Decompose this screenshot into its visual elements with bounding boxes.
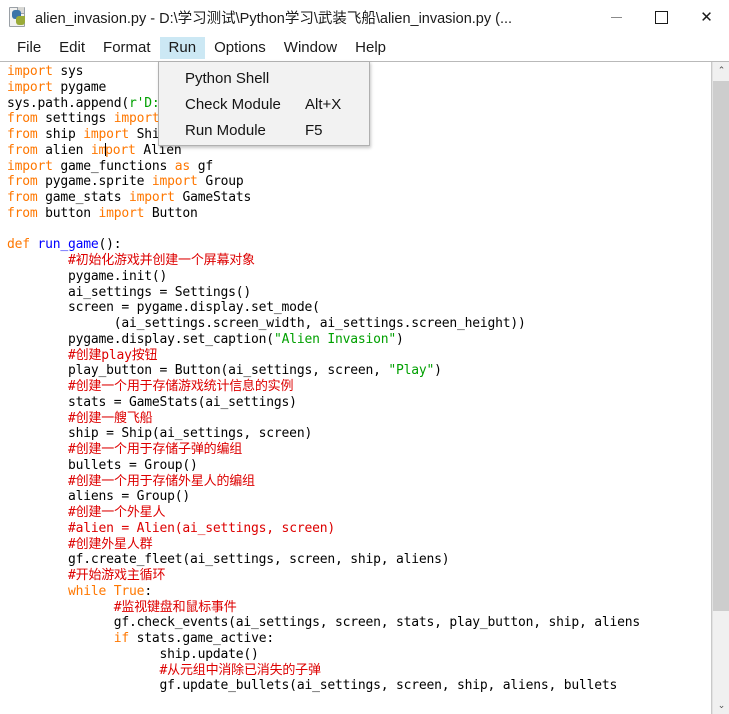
run-menu-item-label: Python Shell: [185, 69, 270, 87]
window-controls: ✕: [594, 0, 729, 34]
editor-frame: import sys import pygame sys.path.append(r…: [0, 61, 729, 714]
code-line: #开始游戏主循环: [68, 568, 166, 583]
menu-item-file[interactable]: File: [8, 37, 50, 59]
code-line: from pygame.sprite import Group: [7, 174, 244, 190]
code-line: #创建一艘飞船: [68, 410, 153, 426]
code-line: #alien = Alien(ai_settings, screen): [68, 520, 335, 536]
scroll-up-arrow[interactable]: ⌃: [713, 62, 729, 79]
code-line: pygame.display.set_caption("Alien Invasi…: [7, 331, 404, 347]
code-line: #监视键盘和鼠标事件: [113, 599, 237, 615]
code-line: from button import Button: [7, 205, 198, 221]
code-line: import game_functions as gf: [7, 158, 213, 174]
menu-item-help[interactable]: Help: [346, 37, 395, 59]
code-line: (ai_settings.screen_width, ai_settings.s…: [7, 316, 526, 331]
maximize-button[interactable]: [639, 0, 684, 34]
code-line: #创建一个用于存储外星人的编组: [68, 473, 255, 489]
python-file-icon: [8, 7, 28, 27]
run-menu-item-label: Run Module: [185, 121, 266, 139]
run-menu-item-accelerator: Alt+X: [305, 95, 342, 113]
code-line: while True:: [68, 583, 152, 599]
code-line: aliens = Group(): [7, 489, 191, 505]
code-line: ship = Ship(ai_settings, screen): [7, 426, 313, 442]
run-menu-item-python-shell[interactable]: Python Shell: [159, 65, 369, 91]
run-menu-item-label: Check Module: [185, 95, 281, 113]
code-line: def run_game():: [7, 237, 122, 253]
code-line: #初始化游戏并创建一个屏幕对象: [68, 253, 255, 268]
code-line: if stats.game_active:: [113, 631, 274, 646]
code-line: ship.update(): [7, 646, 259, 662]
scroll-down-arrow[interactable]: ⌄: [713, 697, 729, 714]
code-line: gf.update_bullets(ai_settings, screen, s…: [7, 678, 618, 694]
code-line: #创建一个用于存储子弹的编组: [68, 442, 243, 457]
code-line: from game_stats import GameStats: [7, 190, 252, 205]
minimize-icon: [611, 16, 622, 18]
minimize-button[interactable]: [594, 0, 639, 34]
window-title: alien_invasion.py - D:\学习测试\Python学习\武装飞…: [35, 10, 513, 27]
close-icon: ✕: [700, 8, 713, 26]
code-line: gf.check_events(ai_settings, screen, sta…: [7, 615, 641, 631]
run-menu-item-run-module[interactable]: Run Module F5: [159, 117, 369, 143]
code-line: #创建一个外星人: [68, 505, 166, 520]
vertical-scrollbar[interactable]: ⌃ ⌄: [712, 62, 729, 714]
code-line: #创建play按钮: [68, 347, 158, 363]
code-line: stats = GameStats(ai_settings): [7, 394, 297, 410]
run-menu-item-accelerator: F5: [305, 121, 323, 139]
code-line: gf.create_fleet(ai_settings, screen, shi…: [7, 552, 450, 568]
code-line: #创建一个用于存储游戏统计信息的实例: [68, 379, 294, 394]
code-line: play_button = Button(ai_settings, screen…: [7, 363, 442, 379]
code-text-area[interactable]: import sys import pygame sys.path.append(r…: [0, 62, 712, 714]
menu-bar: File Edit Format Run Options Window Help: [0, 34, 729, 61]
code-line: bullets = Group(): [7, 457, 198, 473]
menu-item-window[interactable]: Window: [275, 37, 346, 59]
code-line: #从元组中消除已消失的子弹: [159, 662, 321, 678]
code-line: screen = pygame.display.set_mode(: [7, 300, 320, 316]
source-code: import sys import pygame sys.path.append(r…: [0, 62, 711, 694]
maximize-icon: [655, 10, 668, 24]
menu-item-edit[interactable]: Edit: [50, 37, 94, 59]
close-button[interactable]: ✕: [684, 0, 729, 34]
run-menu-item-check-module[interactable]: Check Module Alt+X: [159, 91, 369, 117]
run-menu-dropdown: Python Shell Check Module Alt+X Run Module F…: [158, 61, 370, 146]
menu-item-options[interactable]: Options: [205, 37, 275, 59]
code-line: pygame.init(): [7, 268, 168, 284]
menu-item-format[interactable]: Format: [94, 37, 160, 59]
scrollbar-thumb[interactable]: [713, 81, 729, 611]
code-line: #创建外星人群: [68, 536, 153, 552]
title-bar: alien_invasion.py - D:\学习测试\Python学习\武装飞…: [0, 0, 729, 35]
idle-editor-window: alien_invasion.py - D:\学习测试\Python学习\武装飞…: [0, 0, 729, 714]
menu-item-run[interactable]: Run: [159, 36, 206, 59]
code-line: ai_settings = Settings(): [7, 284, 252, 300]
